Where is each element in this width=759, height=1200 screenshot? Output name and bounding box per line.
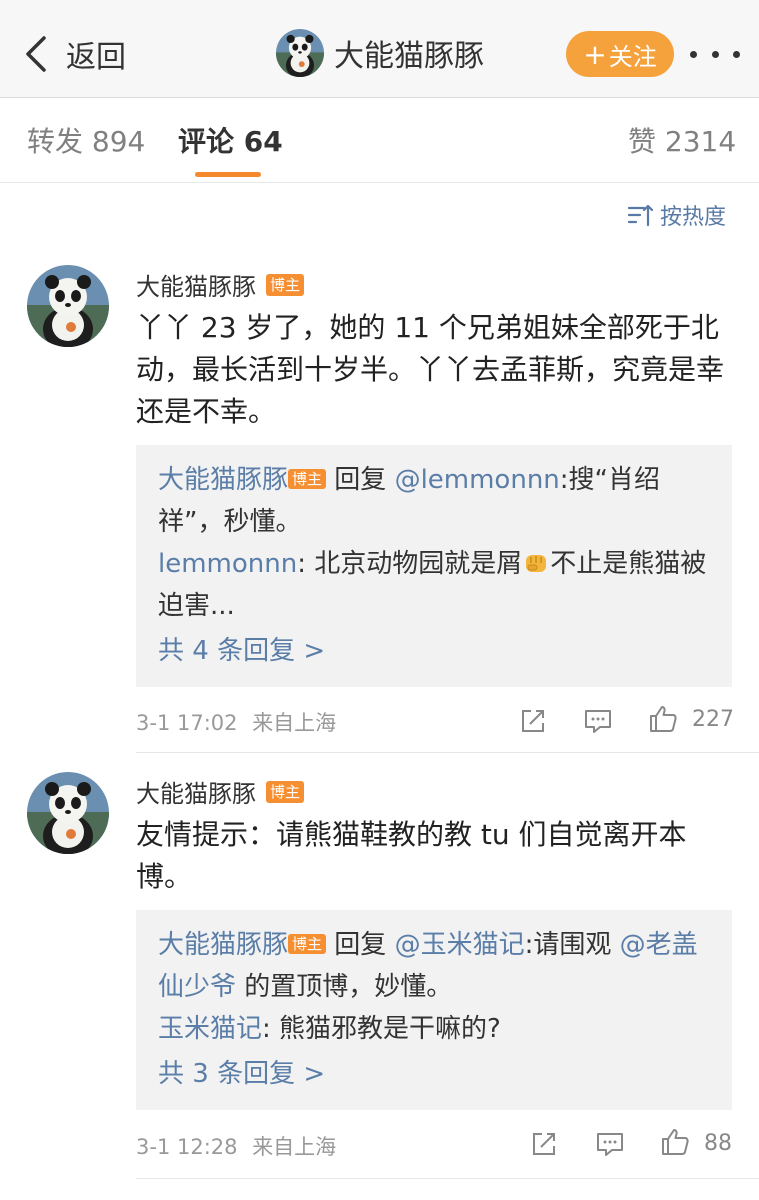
avatar[interactable] (276, 29, 324, 77)
comment-meta: 3-1 12:28 来自上海 (136, 1131, 336, 1161)
nav-profile[interactable]: 大能猫豚豚 (276, 29, 484, 77)
more-replies-link[interactable]: 共 4 条回复 > (158, 631, 712, 671)
reply-line: 大能猫豚豚 博主 回复 @lemmonnn:搜“肖绍祥”，秒懂。 (158, 459, 712, 543)
reply-author[interactable]: lemmonnn (158, 549, 297, 579)
reply-box[interactable]: 大能猫豚豚 博主 回复 @lemmonnn:搜“肖绍祥”，秒懂。 lemmonnn… (136, 445, 732, 687)
page-title: 大能猫豚豚 (334, 39, 484, 74)
comment-time: 3-1 17:02 (136, 711, 238, 735)
tab-like[interactable]: 赞 2314 (628, 120, 736, 160)
divider (136, 1178, 759, 1179)
author-badge: 博主 (266, 780, 305, 803)
comment-text: 友情提示：请熊猫鞋教的教 tu 们自觉离开本博。 (136, 818, 687, 893)
like-count: 88 (704, 1131, 732, 1156)
sort-label: 按热度 (660, 205, 727, 230)
reply-badge: 博主 (288, 934, 327, 954)
reply-mention[interactable]: @玉米猫记 (395, 930, 525, 960)
sort-button[interactable]: 按热度 (626, 199, 726, 231)
comment-source: 来自上海 (252, 711, 337, 735)
back-button[interactable]: 返回 (20, 32, 126, 76)
avatar[interactable] (27, 772, 109, 854)
reply-text: : 熊猫邪教是干嘛的? (262, 1014, 501, 1044)
author-badge: 博主 (266, 273, 305, 296)
reply-author[interactable]: 玉米猫记 (158, 1014, 262, 1044)
reply-word: 回复 (326, 465, 395, 495)
like-count: 227 (692, 707, 734, 732)
comment-source: 来自上海 (252, 1135, 337, 1159)
follow-label: 关注 (608, 42, 657, 71)
tab-active-indicator (195, 172, 261, 177)
tab-bar: 转发 894 评论 64 赞 2314 (0, 98, 759, 183)
follow-button[interactable]: + 关注 (566, 31, 674, 77)
like-icon[interactable] (659, 1126, 691, 1158)
tab-comment[interactable]: 评论 64 (178, 120, 283, 160)
comment-icon[interactable] (594, 1128, 626, 1160)
tab-repost[interactable]: 转发 894 (27, 120, 145, 160)
more-icon[interactable] (690, 40, 740, 68)
author-name[interactable]: 大能猫豚豚 (136, 774, 256, 809)
avatar[interactable] (27, 265, 109, 347)
back-label: 返回 (66, 40, 126, 75)
share-icon[interactable] (528, 1128, 560, 1160)
like-icon[interactable] (647, 703, 679, 735)
more-replies-link[interactable]: 共 3 条回复 > (158, 1054, 712, 1094)
share-icon[interactable] (517, 705, 549, 737)
comment-text: 丫丫 23 岁了，她的 11 个兄弟姐妹全部死于北动，最长活到十岁半。丫丫去孟菲… (136, 311, 725, 428)
comment-time: 3-1 12:28 (136, 1135, 238, 1159)
reply-badge: 博主 (288, 469, 327, 489)
reply-text: :请围观 (524, 930, 620, 960)
divider (136, 752, 759, 753)
reply-line: 玉米猫记: 熊猫邪教是干嘛的? (158, 1008, 712, 1050)
reply-mention[interactable]: @lemmonnn (395, 465, 560, 495)
fist-emoji-icon (526, 555, 547, 572)
comment-icon[interactable] (582, 705, 614, 737)
reply-word: 回复 (326, 930, 395, 960)
sort-icon (627, 204, 654, 227)
comment-author[interactable]: 大能猫豚豚 博主 (136, 774, 305, 809)
reply-author[interactable]: 大能猫豚豚 (158, 465, 288, 495)
comment-meta: 3-1 17:02 来自上海 (136, 707, 336, 737)
reply-text: 的置顶博，妙懂。 (236, 972, 453, 1002)
author-name[interactable]: 大能猫豚豚 (136, 267, 256, 302)
reply-box[interactable]: 大能猫豚豚 博主 回复 @玉米猫记:请围观 @老盖仙少爷 的置顶博，妙懂。 玉米猫… (136, 910, 732, 1110)
plus-icon: + (583, 37, 607, 71)
comment-author[interactable]: 大能猫豚豚 博主 (136, 267, 305, 302)
reply-text: : 北京动物园就是屑 (297, 549, 523, 579)
chevron-left-icon (26, 36, 46, 72)
reply-line: 大能猫豚豚 博主 回复 @玉米猫记:请围观 @老盖仙少爷 的置顶博，妙懂。 (158, 924, 712, 1008)
top-nav-bar: 返回 大能猫豚豚 + 关注 (0, 0, 759, 98)
reply-line: lemmonnn: 北京动物园就是屑 不止是熊猫被迫害... (158, 543, 712, 627)
reply-author[interactable]: 大能猫豚豚 (158, 930, 288, 960)
